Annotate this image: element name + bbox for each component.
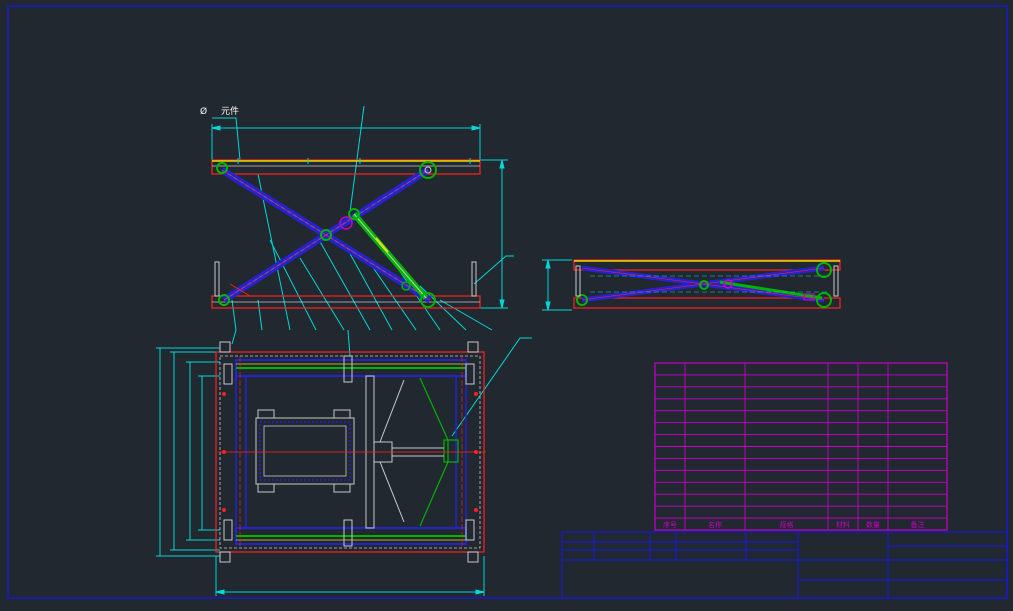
bom-header-cell: 备注 — [911, 520, 925, 529]
bom-header-cell: 名称 — [708, 520, 722, 529]
cad-drawing: Ø 元件 序号 名称 规格 材料 数量 备注 — [7, 5, 1008, 599]
lowered-side-view — [542, 259, 841, 311]
bom-header-cell: 规格 — [780, 520, 794, 529]
title-block — [561, 531, 1008, 599]
bom-header-cell: 数量 — [866, 520, 880, 529]
front-elevation-view: Ø 元件 — [200, 105, 514, 331]
diameter-symbol: Ø — [200, 106, 207, 117]
bom-header-cell: 材料 — [836, 520, 850, 529]
top-platform — [211, 159, 481, 175]
part-note: 元件 — [221, 105, 239, 117]
scissor-arms — [220, 167, 432, 303]
bom-header-cell: 序号 — [663, 520, 677, 529]
cad-drawing-canvas: Ø 元件 序号 名称 规格 材料 数量 备注 — [0, 0, 1013, 607]
plan-view — [156, 329, 532, 596]
drawing-border — [7, 5, 1008, 599]
bill-of-materials: 序号 名称 规格 材料 数量 备注 — [654, 362, 948, 531]
